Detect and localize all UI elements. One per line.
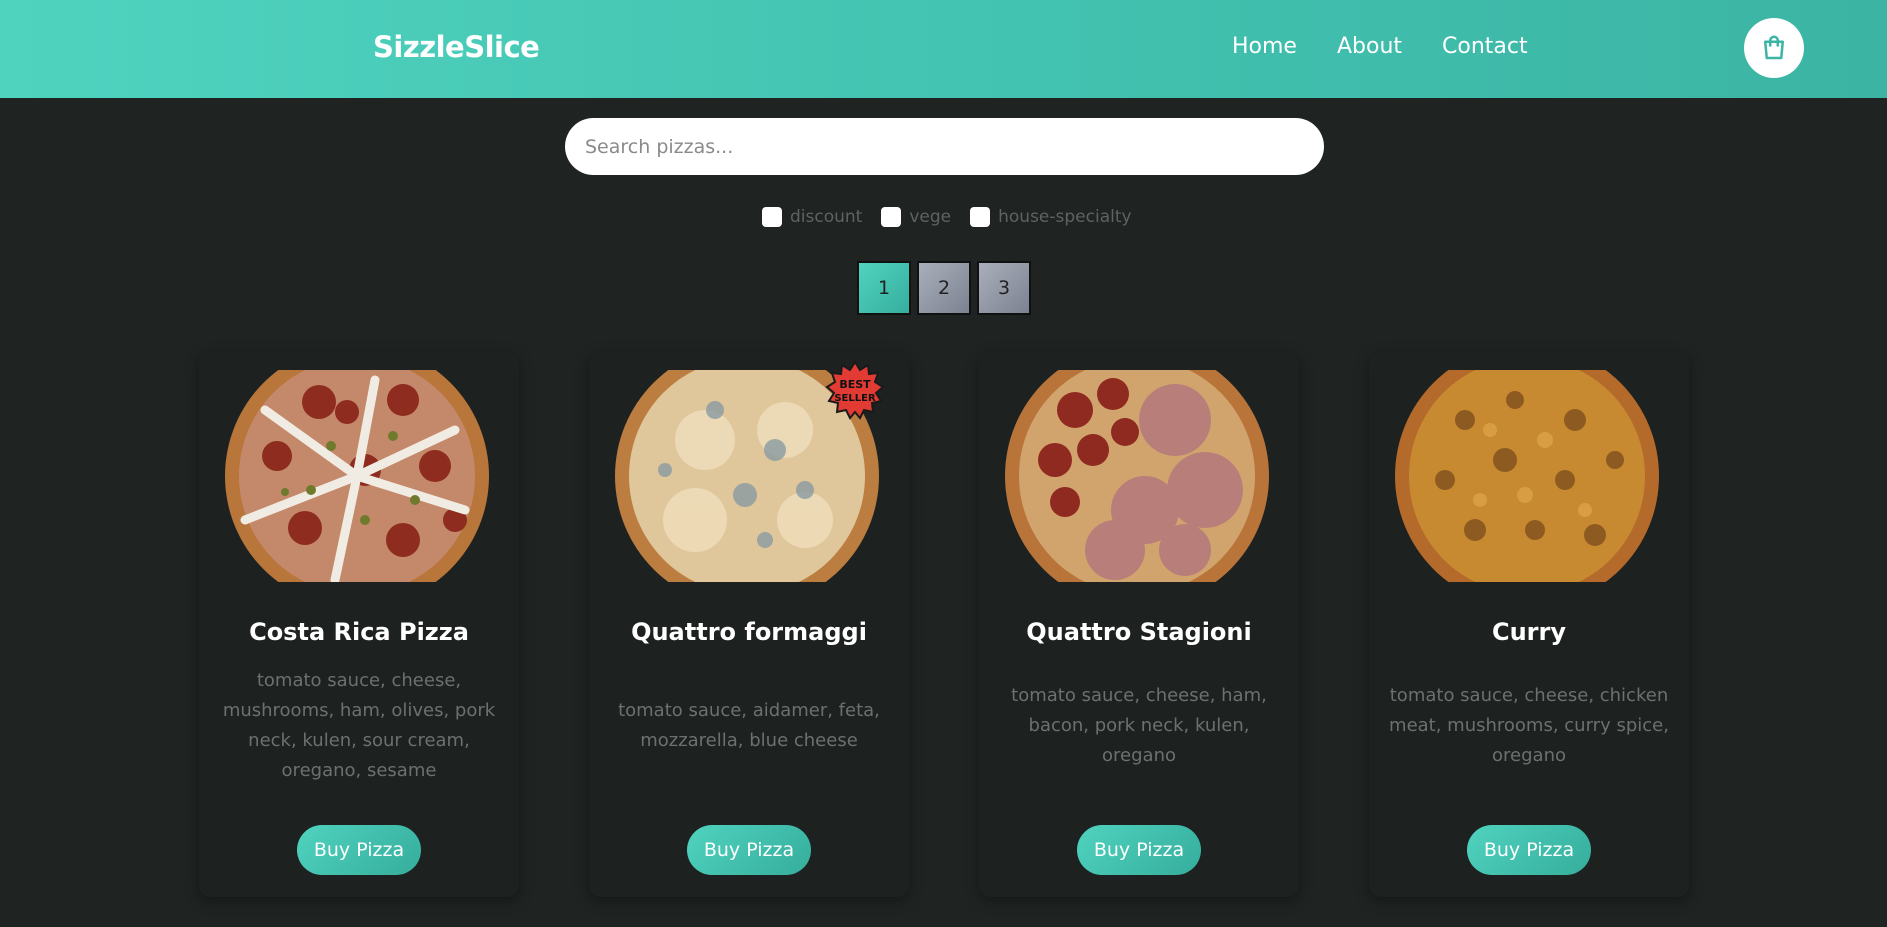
filter-vege[interactable]: vege	[881, 207, 951, 227]
vege-checkbox[interactable]	[881, 207, 902, 227]
svg-text:SELLER: SELLER	[834, 393, 876, 404]
costa-rica-pizza-image	[225, 370, 489, 582]
pizza-description: tomato sauce, cheese, mushrooms, ham, ol…	[222, 670, 496, 781]
filter-discount[interactable]: discount	[762, 207, 862, 227]
filter-label: vege	[909, 207, 952, 227]
nav-contact-link[interactable]: Contact	[1442, 34, 1528, 59]
pizza-name: Quattro formaggi	[631, 618, 867, 646]
pizza-image	[1385, 370, 1669, 582]
nav-links: Home About Contact	[1232, 34, 1568, 59]
buy-pizza-button[interactable]: Buy Pizza	[687, 825, 811, 875]
filter-label: house-specialty	[998, 207, 1132, 227]
cart-button[interactable]	[1744, 18, 1804, 78]
nav-home-link[interactable]: Home	[1232, 34, 1297, 59]
filter-label: discount	[790, 207, 863, 227]
pizza-description: tomato sauce, cheese, ham, bacon, pork n…	[1011, 685, 1267, 766]
buy-pizza-button[interactable]: Buy Pizza	[297, 825, 421, 875]
nav-about-link[interactable]: About	[1337, 34, 1402, 59]
curry-pizza-image	[1395, 370, 1659, 582]
pagination: 1 2 3	[857, 261, 1037, 315]
pizza-description: tomato sauce, cheese, chicken meat, mush…	[1389, 685, 1669, 766]
quattro-stagioni-image	[1005, 370, 1269, 582]
pizza-card: Quattro Stagioni tomato sauce, cheese, h…	[979, 352, 1299, 897]
pizza-name: Costa Rica Pizza	[249, 618, 469, 646]
pizza-card: Costa Rica Pizza tomato sauce, cheese, m…	[199, 352, 519, 897]
page-3-button[interactable]: 3	[977, 261, 1031, 315]
pizza-name: Quattro Stagioni	[1026, 618, 1252, 646]
brand-logo[interactable]: SizzleSlice	[373, 30, 540, 64]
shopping-bag-icon	[1764, 35, 1784, 60]
pizza-name: Curry	[1491, 618, 1566, 646]
search-input[interactable]	[565, 118, 1324, 175]
filter-bar: discount vege house-specialty	[762, 207, 1151, 227]
page-1-button[interactable]: 1	[857, 261, 911, 315]
discount-checkbox[interactable]	[762, 207, 782, 227]
navbar: SizzleSlice Home About Contact	[0, 0, 1887, 98]
pizza-card: Curry tomato sauce, cheese, chicken meat…	[1369, 352, 1689, 897]
buy-pizza-button[interactable]: Buy Pizza	[1077, 825, 1201, 875]
pizza-card: BEST SELLER Quattro formaggi tomato sauc…	[589, 352, 909, 897]
pizza-image	[995, 370, 1279, 582]
pizza-image	[215, 370, 499, 582]
filter-house-specialty[interactable]: house-specialty	[970, 207, 1132, 227]
best-seller-badge: BEST SELLER	[825, 360, 885, 420]
pizza-description: tomato sauce, aidamer, feta, mozzarella,…	[618, 700, 880, 751]
house-specialty-checkbox[interactable]	[970, 207, 991, 227]
page-2-button[interactable]: 2	[917, 261, 971, 315]
svg-text:BEST: BEST	[839, 378, 871, 391]
buy-pizza-button[interactable]: Buy Pizza	[1467, 825, 1591, 875]
